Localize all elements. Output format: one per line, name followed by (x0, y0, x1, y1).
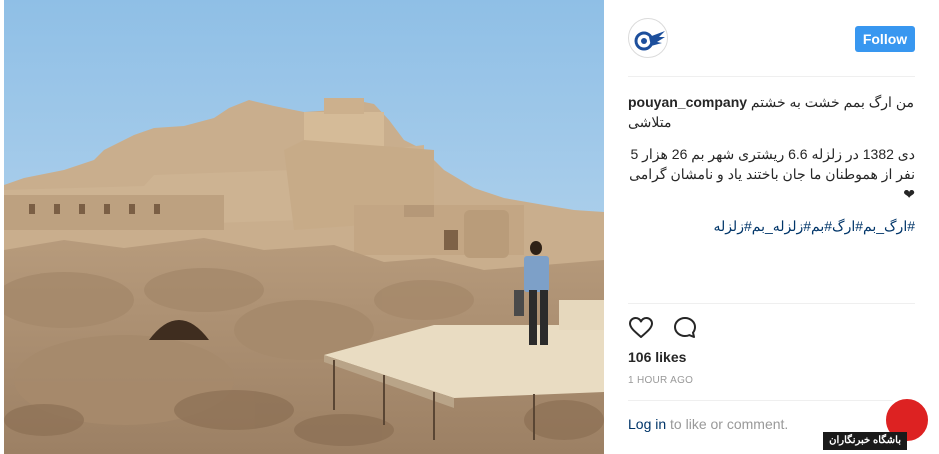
watermark-label: باشگاه خبرنگاران (823, 432, 907, 450)
actions-divider (628, 303, 915, 304)
post-caption: pouyan_company من ارگ بمم خشت به خشتم مت… (628, 92, 915, 248)
heart-emoji: ❤ (903, 186, 915, 202)
speech-bubble-icon[interactable] (672, 315, 698, 341)
post-header: Follow (628, 18, 915, 58)
follow-button[interactable]: Follow (855, 26, 915, 52)
login-link[interactable]: Log in (628, 416, 666, 432)
comment-prompt-text: to like or comment. (666, 416, 789, 432)
caption-username[interactable]: pouyan_company (628, 94, 747, 110)
heart-outline-icon[interactable] (628, 315, 654, 341)
instagram-post-embed: Follow pouyan_company من ارگ بمم خشت به … (0, 0, 939, 454)
post-actions (628, 315, 712, 341)
likes-count[interactable]: 106 likes (628, 349, 686, 365)
post-photo[interactable] (4, 0, 604, 454)
caption-line-1: pouyan_company من ارگ بمم خشت به خشتم مت… (628, 92, 915, 132)
post-side-panel: Follow pouyan_company من ارگ بمم خشت به … (604, 0, 939, 454)
bam-citadel-ruins-image (4, 0, 604, 454)
avatar[interactable] (628, 18, 668, 58)
header-divider (628, 76, 915, 77)
comment-prompt: Log in to like or comment. (628, 416, 788, 432)
news-agency-watermark: باشگاه خبرنگاران (801, 396, 937, 452)
caption-hashtags[interactable]: #ارگ_بم#ارگ#بم#زلزله_بم#زلزله (628, 216, 915, 236)
post-timestamp[interactable]: 1 HOUR AGO (628, 375, 693, 386)
caption-line-2: دی 1382 در زلزله 6.6 ریشتری شهر بم 26 هز… (628, 144, 915, 204)
caption-body-text: دی 1382 در زلزله 6.6 ریشتری شهر بم 26 هز… (629, 146, 915, 182)
winged-logo-icon (634, 31, 665, 51)
